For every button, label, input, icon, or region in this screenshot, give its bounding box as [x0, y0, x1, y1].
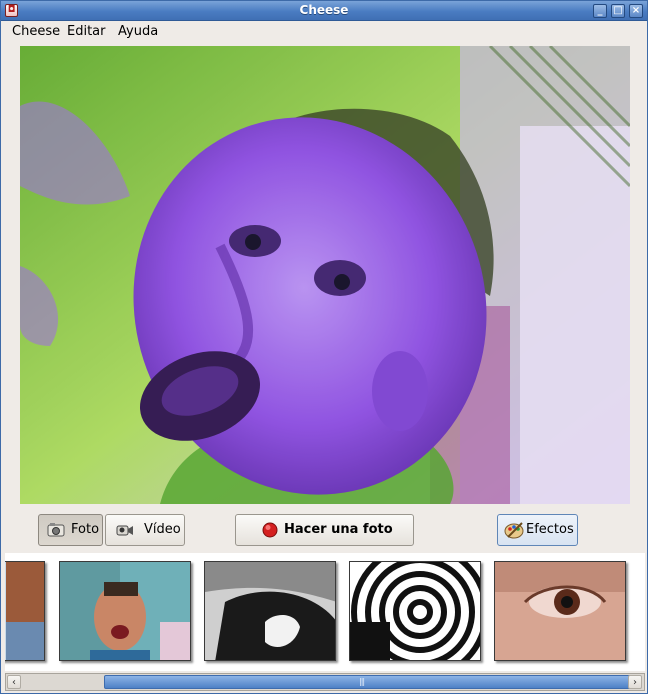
- chevron-left-icon: ‹: [12, 677, 16, 688]
- close-icon: ×: [631, 5, 641, 16]
- camera-icon: [47, 523, 65, 537]
- effects-label: Efectos: [526, 522, 574, 537]
- photo-mode-button[interactable]: Foto: [38, 514, 103, 546]
- chevron-right-icon: ›: [633, 677, 637, 688]
- window-title: Cheese: [299, 3, 349, 17]
- minimize-button[interactable]: _: [593, 4, 607, 18]
- thumbnail-strip: [5, 553, 645, 671]
- scroll-right-button[interactable]: ›: [628, 675, 642, 689]
- scrollbar-thumb[interactable]: |||: [104, 675, 632, 689]
- scroll-left-button[interactable]: ‹: [7, 675, 21, 689]
- grip-icon: |||: [359, 677, 365, 686]
- video-mode-button[interactable]: Vídeo: [105, 514, 185, 546]
- minimize-icon: _: [597, 5, 603, 16]
- photo-mode-label: Foto: [71, 522, 100, 537]
- maximize-icon: □: [613, 5, 623, 16]
- thumbnail-1[interactable]: [5, 561, 45, 661]
- thumbnail-2[interactable]: [59, 561, 191, 661]
- record-dot-icon: [262, 522, 278, 538]
- close-button[interactable]: ×: [629, 4, 643, 18]
- menu-bar: Cheese Editar Ayuda: [1, 21, 647, 43]
- take-photo-label: Hacer una foto: [284, 522, 393, 537]
- video-mode-label: Vídeo: [144, 522, 181, 537]
- menu-editar[interactable]: Editar: [67, 24, 106, 39]
- title-bar[interactable]: ◘ Cheese _ □ ×: [1, 1, 647, 21]
- thumbnail-5[interactable]: [494, 561, 626, 661]
- maximize-button[interactable]: □: [611, 4, 625, 18]
- horizontal-scrollbar[interactable]: ‹ ||| ›: [5, 673, 645, 691]
- webcam-viewport: [20, 46, 630, 504]
- take-photo-button[interactable]: Hacer una foto: [235, 514, 414, 546]
- video-camera-icon: [116, 525, 133, 536]
- menu-cheese[interactable]: Cheese: [12, 24, 60, 39]
- thumbnail-4[interactable]: [349, 561, 481, 661]
- palette-icon: [504, 522, 524, 539]
- effects-button[interactable]: Efectos: [497, 514, 578, 546]
- webcam-image: [20, 46, 630, 504]
- cheese-window: ◘ Cheese _ □ × Cheese Editar Ayuda Foto …: [0, 0, 648, 694]
- menu-ayuda[interactable]: Ayuda: [118, 24, 158, 39]
- thumbnail-3[interactable]: [204, 561, 336, 661]
